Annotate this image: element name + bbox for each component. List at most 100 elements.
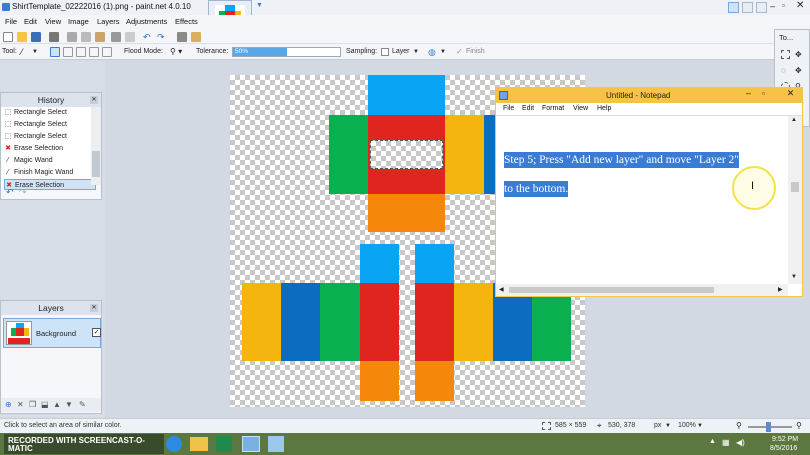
layer-properties-icon[interactable]: ✎ [79, 400, 86, 409]
menu-effects[interactable]: Effects [175, 17, 198, 26]
menu-adjustments[interactable]: Adjustments [126, 17, 167, 26]
history-item[interactable]: ⬚ Rectangle Select [4, 119, 96, 130]
paste-icon[interactable] [95, 32, 105, 42]
selection-mode-replace-icon[interactable] [50, 47, 60, 57]
duplicate-layer-icon[interactable]: ❐ [29, 400, 36, 409]
zoom-slider-thumb[interactable] [766, 422, 771, 432]
scroll-up-icon[interactable]: ▲ [791, 117, 797, 123]
scroll-down-icon[interactable]: ▼ [791, 274, 797, 280]
history-close-icon[interactable]: ✕ [90, 96, 98, 104]
magic-wand-tool-icon[interactable]: ⁄ [21, 47, 23, 57]
tray-network-icon[interactable]: ▦ [722, 438, 730, 447]
history-undo-icon[interactable]: ↶ [6, 187, 14, 198]
save-icon[interactable] [31, 32, 41, 42]
delete-layer-icon[interactable]: ✕ [17, 400, 24, 409]
notepad-menu-edit[interactable]: Edit [522, 105, 534, 112]
grid-icon[interactable] [177, 32, 187, 42]
notepad-menu-file[interactable]: File [503, 105, 514, 112]
notepad-text-area[interactable]: Step 5; Press "Add new layer" and move "… [504, 146, 759, 204]
redo-icon[interactable]: ↷ [157, 32, 167, 42]
history-scrollbar[interactable] [91, 107, 101, 185]
new-icon[interactable] [3, 32, 13, 42]
scroll-left-icon[interactable]: ◀ [499, 286, 504, 293]
notepad-title-bar[interactable]: Untitled - Notepad – ▫ ✕ [496, 88, 802, 103]
tray-volume-icon[interactable]: ◀) [736, 438, 745, 447]
history-item[interactable]: ✖ Erase Selection [4, 143, 96, 154]
tool-lasso-icon[interactable]: ◌ [781, 66, 786, 75]
history-scroll-thumb[interactable] [92, 151, 100, 177]
zoom-in-icon[interactable]: ⚲ [796, 421, 802, 430]
notepad-vertical-scrollbar[interactable]: ▲ ▼ [788, 116, 802, 284]
tool-dropdown-icon[interactable]: ▼ [32, 49, 38, 55]
zoom-dropdown-icon[interactable]: ▼ [697, 423, 703, 429]
units-dropdown-icon[interactable]: ▼ [665, 423, 671, 429]
merge-layer-down-icon[interactable]: ⬓ [41, 400, 49, 409]
maximize-button[interactable]: ▫ [782, 1, 785, 10]
notepad-menu-help[interactable]: Help [597, 105, 611, 112]
layer-visibility-checkbox[interactable]: ✓ [92, 328, 101, 337]
zoom-level[interactable]: 100% [678, 422, 696, 429]
deselect-icon[interactable] [125, 32, 135, 42]
history-item[interactable]: ⬚ Rectangle Select [4, 107, 96, 118]
notepad-minimize-button[interactable]: – [746, 88, 751, 98]
antialias-icon[interactable]: ◍ [428, 47, 436, 58]
history-item-selected[interactable]: ✖ Erase Selection [4, 179, 96, 190]
crop-icon[interactable] [111, 32, 121, 42]
zoom-icon[interactable] [728, 2, 739, 13]
notepad-horizontal-scrollbar[interactable]: ◀ ▶ [496, 284, 788, 296]
copy-icon[interactable] [81, 32, 91, 42]
selection-mode-union-icon[interactable] [63, 47, 73, 57]
layers-window-icon[interactable] [756, 2, 767, 13]
ruler-icon[interactable] [191, 32, 201, 42]
units-selector[interactable]: px [654, 422, 661, 429]
history-redo-icon[interactable]: ↷ [19, 187, 27, 198]
cut-icon[interactable] [67, 32, 77, 42]
history-item[interactable]: ⁄ Finish Magic Wand [4, 167, 96, 178]
tray-up-arrow-icon[interactable]: ▲ [709, 438, 716, 445]
tool-move-icon[interactable]: ✥ [795, 50, 802, 59]
finish-button[interactable]: Finish [466, 48, 485, 55]
notepad-hscroll-thumb[interactable] [509, 287, 714, 293]
add-layer-icon[interactable]: ⊕ [5, 400, 12, 409]
history-window-icon[interactable] [742, 2, 753, 13]
zoom-out-icon[interactable]: ⚲ [736, 421, 742, 430]
tool-rect-select-icon[interactable] [781, 50, 790, 59]
notepad-maximize-button[interactable]: ▫ [762, 89, 765, 98]
print-icon[interactable] [49, 32, 59, 42]
layer-row[interactable]: Background ✓ [3, 318, 101, 348]
menu-image[interactable]: Image [68, 17, 89, 26]
menu-file[interactable]: File [5, 17, 17, 26]
tab-dropdown-icon[interactable]: ▼ [256, 2, 263, 9]
antialias-dropdown-icon[interactable]: ▼ [440, 49, 446, 55]
notepad-menu-format[interactable]: Format [542, 105, 564, 112]
selection-mode-intersect-icon[interactable] [89, 47, 99, 57]
taskbar-explorer-icon[interactable] [190, 437, 208, 451]
taskbar-notepad-icon[interactable] [268, 436, 284, 452]
flood-mode-dropdown[interactable]: ⚲ ▾ [170, 47, 182, 56]
taskbar-excel-icon[interactable] [216, 436, 232, 452]
move-layer-up-icon[interactable]: ▲ [53, 400, 61, 409]
notepad-menu-view[interactable]: View [573, 105, 588, 112]
taskbar-date[interactable]: 8/5/2016 [770, 445, 797, 452]
sampling-value[interactable]: Layer [392, 48, 410, 55]
menu-layers[interactable]: Layers [97, 17, 120, 26]
tolerance-slider[interactable]: 50% [232, 47, 341, 57]
minimize-button[interactable]: – [770, 1, 775, 11]
history-item[interactable]: ⬚ Rectangle Select [4, 131, 96, 142]
close-button[interactable]: ✕ [796, 0, 804, 11]
menu-view[interactable]: View [45, 17, 61, 26]
open-icon[interactable] [17, 32, 27, 42]
sampling-dropdown-icon[interactable]: ▼ [413, 49, 419, 55]
menu-edit[interactable]: Edit [24, 17, 37, 26]
undo-icon[interactable]: ↶ [143, 32, 153, 42]
scroll-right-icon[interactable]: ▶ [778, 286, 783, 293]
taskbar-paintnet-icon[interactable] [242, 436, 260, 452]
notepad-vscroll-thumb[interactable] [791, 182, 799, 192]
notepad-close-button[interactable]: ✕ [779, 88, 802, 103]
move-layer-down-icon[interactable]: ▼ [65, 400, 73, 409]
taskbar-time[interactable]: 9:52 PM [772, 436, 798, 443]
taskbar-ie-icon[interactable] [166, 436, 182, 452]
zoom-slider[interactable] [748, 422, 792, 432]
selection-mode-exclude-icon[interactable] [76, 47, 86, 57]
layers-close-icon[interactable]: ✕ [90, 304, 98, 312]
